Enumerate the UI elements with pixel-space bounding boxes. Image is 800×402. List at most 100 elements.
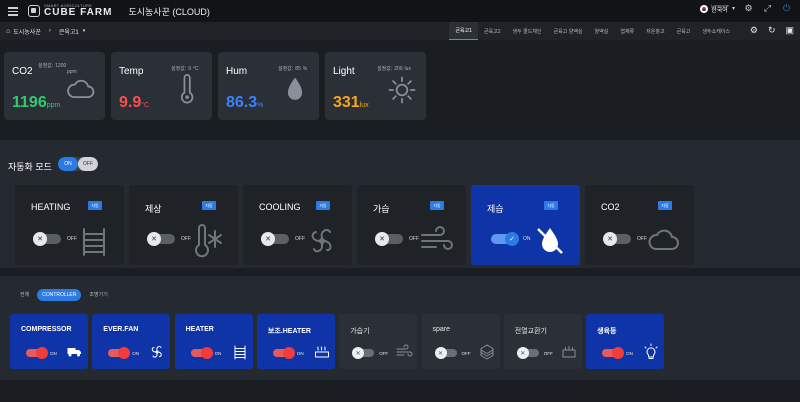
automation-card-5: CO2 자동 ✕ OFF (585, 185, 694, 265)
toggle-knob (36, 347, 48, 359)
cloud-icon (65, 74, 97, 106)
sensor-value-unit: lux (359, 102, 369, 109)
bulb-icon (642, 343, 660, 361)
sensor-value-number: 86.3 (226, 94, 258, 111)
device-state: OFF (543, 351, 553, 356)
settings-icon[interactable]: ⚙ (750, 25, 758, 36)
tab-3[interactable]: 큰육고 양액실 (548, 22, 589, 40)
cloud-icon (646, 223, 682, 259)
setpoint-label: 설정값: (38, 63, 54, 69)
device-toggle[interactable]: ✕ (434, 347, 457, 359)
tab-8[interactable]: 생두쇼케이스 (696, 22, 736, 40)
sensor-setpoint: 설정값: 200 lux (377, 66, 411, 73)
device-name: 전열교환기 (514, 328, 547, 335)
device-name: spare (432, 326, 451, 333)
automation-toggle[interactable]: ✕ (261, 232, 289, 246)
auto-badge[interactable]: 자동 (658, 201, 672, 210)
device-card-6: 전열교환기 ✕ OFF (503, 314, 582, 369)
auto-badge[interactable]: 자동 (316, 201, 330, 210)
setpoint-value: 1200 (55, 63, 67, 69)
switch-on-label: ON (58, 157, 78, 171)
tab-0[interactable]: 큰육고1 (449, 22, 478, 40)
fan-icon (304, 223, 340, 259)
setpoint-label: 설정값: (171, 66, 187, 72)
fan-icon (148, 343, 166, 361)
tab-4[interactable]: 양액실 (589, 22, 615, 40)
automation-state: ON (523, 236, 531, 242)
device-name: COMPRESSOR (21, 326, 72, 333)
breadcrumb-root[interactable]: 도시농사꾼 (13, 27, 41, 36)
device-toggle[interactable] (272, 347, 295, 359)
tab-7[interactable]: 큰육고 (671, 22, 697, 40)
sensor-card-light: Light 설정값: 200 lux 331lux (325, 52, 426, 120)
automation-toggle[interactable]: ✓ (491, 232, 519, 246)
filter-tab-1[interactable]: CONTROLLER (37, 288, 82, 301)
automation-toggle[interactable]: ✕ (375, 232, 403, 246)
automation-toggle[interactable]: ✕ (603, 232, 631, 246)
automation-card-3: 가습 자동 ✕ OFF (357, 185, 466, 265)
breadcrumb-current[interactable]: 큰육고1 (59, 27, 79, 36)
thermometer-icon (172, 74, 204, 106)
device-card-2: HEATER ON (174, 314, 253, 369)
chevron-right-icon: › (48, 28, 51, 34)
auto-badge[interactable]: 자동 (544, 201, 558, 210)
device-card-3: 보조.HEATER ON (256, 314, 335, 369)
sun-icon (386, 74, 418, 106)
automation-card-name: 가습 (373, 204, 390, 214)
device-toggle[interactable] (190, 347, 213, 359)
device-toggle[interactable] (602, 347, 625, 359)
sensor-setpoint: 설정값: 85% (278, 66, 308, 73)
expand-icon[interactable]: ⤢ (762, 3, 773, 14)
tab-1[interactable]: 큰육고2 (478, 22, 507, 40)
toggle-knob (200, 347, 213, 359)
device-toggle[interactable] (108, 347, 131, 359)
wind-icon (418, 223, 454, 259)
gear-icon[interactable]: ⚙ (743, 3, 754, 14)
controller-panel: 전체 CONTROLLER 조명기기 COMPRESSOR ON EVER.FAN ON H… (0, 276, 800, 380)
sensor-setpoint: 설정값: 9 °C (171, 66, 199, 73)
droplet-icon (279, 74, 311, 106)
menu-icon[interactable] (8, 6, 22, 16)
top-bar: SMART AGRICULTURE CUBE FARM 도시농사꾼 (CLOUD… (0, 0, 800, 22)
home-icon[interactable]: ⌂ (6, 28, 10, 35)
device-state: ON (626, 351, 633, 356)
sensor-label: Temp (119, 66, 144, 77)
sensor-value: 331lux (333, 94, 369, 112)
hot-plate-icon (313, 343, 331, 361)
sensor-label: Hum (226, 66, 248, 77)
language-selector[interactable]: Language 한국어 ▾ (700, 3, 735, 14)
filter-tab-2[interactable]: 조명기기 (85, 288, 111, 301)
korea-flag-icon (700, 4, 709, 13)
automation-toggle[interactable]: ✕ (147, 232, 175, 246)
close-icon: ✕ (33, 232, 47, 246)
switch-off-label: OFF (78, 157, 98, 171)
automation-card-2: COOLING 자동 ✕ OFF (243, 185, 352, 265)
chevron-down-icon[interactable]: ▾ (83, 28, 86, 34)
automation-mode-switch[interactable]: ON OFF (58, 157, 98, 171)
heater-icon (231, 343, 249, 361)
auto-badge[interactable]: 자동 (202, 201, 216, 210)
tab-6[interactable]: 저온창고 (640, 22, 670, 40)
device-name: 보조.HEATER (267, 328, 311, 335)
automation-toggle[interactable]: ✕ (33, 232, 61, 246)
check-icon: ✓ (505, 232, 519, 246)
setpoint-unit: % (302, 66, 308, 72)
logo[interactable]: SMART AGRICULTURE CUBE FARM (28, 4, 112, 18)
device-toggle[interactable]: ✕ (516, 347, 539, 359)
filter-tab-0[interactable]: 전체 (16, 288, 33, 301)
sensor-card-temp: Temp 설정값: 9 °C 9.9°C (111, 52, 212, 120)
sensor-value: 1196ppm (12, 94, 60, 112)
device-toggle[interactable] (26, 347, 48, 359)
setpoint-label: 설정값: (377, 66, 393, 72)
device-toggle[interactable]: ✕ (352, 347, 375, 359)
nav-bar: ⌂ 도시농사꾼 › 큰육고1 ▾ 큰육고1 큰육고2 생두 콜드체인 큰육고 양액실 양… (0, 22, 800, 40)
auto-badge[interactable]: 자동 (430, 201, 444, 210)
auto-badge[interactable]: 자동 (88, 201, 102, 210)
tab-2[interactable]: 생두 콜드체인 (507, 22, 548, 40)
filter-tabs: 전체 CONTROLLER 조명기기 (16, 288, 112, 301)
setpoint-value: 9 (188, 66, 191, 72)
power-icon[interactable]: ⏻ (781, 3, 792, 14)
refresh-icon[interactable]: ↻ (768, 25, 776, 36)
logout-icon[interactable]: ▣ (785, 25, 794, 36)
tab-5[interactable]: 엽채류 (614, 22, 640, 40)
